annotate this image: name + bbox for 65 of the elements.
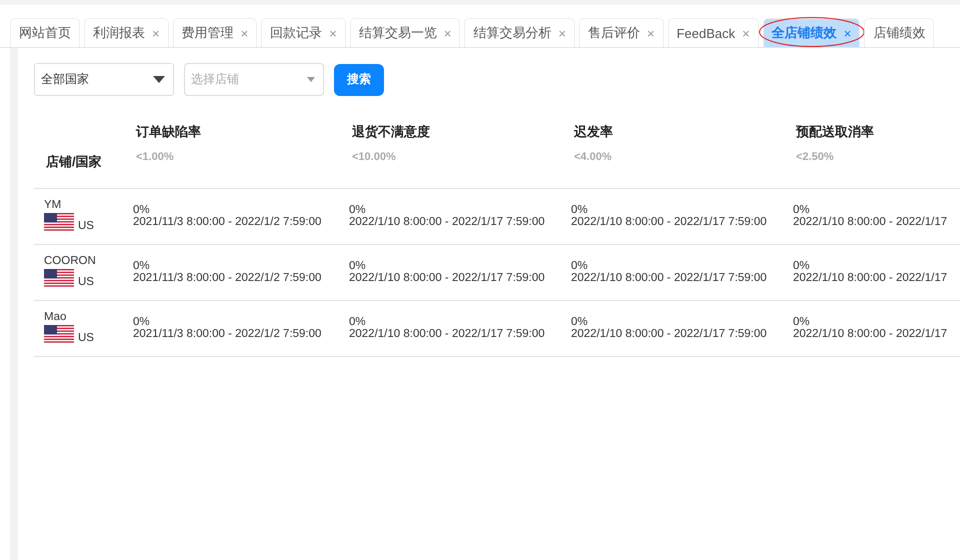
- store-select[interactable]: 选择店铺: [184, 63, 324, 96]
- close-icon[interactable]: ×: [240, 26, 248, 40]
- tab[interactable]: 利润报表 ×: [84, 18, 169, 47]
- close-icon[interactable]: ×: [646, 26, 655, 40]
- close-icon[interactable]: ×: [329, 26, 337, 40]
- metric-value: 0%: [571, 260, 589, 272]
- store-name: Mao: [44, 311, 68, 323]
- metric-value: 0%: [349, 260, 367, 272]
- metric-value: 0%: [793, 260, 811, 272]
- flag-icon: [44, 269, 74, 288]
- tab[interactable]: 回款记录 ×: [261, 18, 346, 47]
- close-icon[interactable]: ×: [152, 26, 160, 40]
- threshold-label: <10.00%: [351, 151, 397, 163]
- caret-icon: [307, 77, 315, 82]
- store-name: COORON: [44, 255, 97, 267]
- metric-value: 0%: [793, 204, 811, 216]
- metric-value: 0%: [571, 204, 589, 216]
- metric-value: 0%: [571, 316, 589, 328]
- date-range: 2021/11/3 8:00:00 - 2022/1/2 7:59:00: [133, 328, 322, 340]
- store-name: YM: [44, 199, 62, 211]
- metric-value: 0%: [349, 204, 367, 216]
- tab[interactable]: 结算交易一览 ×: [350, 18, 460, 47]
- close-icon[interactable]: ×: [444, 26, 452, 40]
- tab[interactable]: 全店铺绩效 ×: [762, 18, 860, 47]
- tab[interactable]: 店铺绩效: [864, 18, 934, 47]
- flag-icon: [44, 213, 74, 232]
- caret-icon: [153, 76, 165, 83]
- metric-value: 0%: [793, 316, 811, 328]
- metric-value: 0%: [133, 316, 151, 328]
- tab[interactable]: FeedBack ×: [668, 18, 759, 47]
- tab[interactable]: 售后评价 ×: [578, 18, 664, 47]
- country-code: US: [78, 276, 94, 288]
- country-select[interactable]: 全部国家: [34, 63, 174, 96]
- column-header: 店铺/国家: [46, 153, 102, 171]
- close-icon[interactable]: ×: [558, 26, 566, 40]
- date-range: 2022/1/10 8:00:00 - 2022/1/17 7:59:00: [349, 328, 546, 340]
- date-range: 2022/1/10 8:00:00 - 2022/1/17 7:59:00: [571, 272, 768, 284]
- column-header: 订单缺陷率: [134, 123, 202, 141]
- date-range: 2022/1/10 8:00:00 - 2022/1/17 7:59:00: [349, 216, 546, 228]
- threshold-label: <2.50%: [795, 151, 835, 163]
- date-range: 2022/1/10 8:00:00 - 2022/1/17 7:59:00: [571, 216, 768, 228]
- metric-value: 0%: [133, 260, 151, 272]
- date-range: 2022/1/10 8:00:00 - 2022/1/17: [793, 328, 948, 340]
- threshold-label: <4.00%: [573, 151, 613, 163]
- metric-value: 0%: [133, 204, 151, 216]
- column-header: 迟发率: [573, 123, 614, 141]
- country-code: US: [78, 332, 94, 344]
- tab[interactable]: 网站首页: [10, 18, 80, 47]
- tab[interactable]: 结算交易分析 ×: [464, 18, 575, 47]
- column-header: 预配送取消率: [794, 123, 875, 141]
- close-icon[interactable]: ×: [742, 26, 750, 40]
- close-icon[interactable]: ×: [844, 26, 852, 40]
- tab[interactable]: 费用管理 ×: [172, 18, 258, 47]
- date-range: 2022/1/10 8:00:00 - 2022/1/17: [793, 216, 948, 228]
- date-range: 2021/11/3 8:00:00 - 2022/1/2 7:59:00: [133, 216, 322, 228]
- metric-value: 0%: [349, 316, 367, 328]
- country-code: US: [78, 220, 94, 232]
- date-range: 2022/1/10 8:00:00 - 2022/1/17 7:59:00: [349, 272, 546, 284]
- search-button[interactable]: 搜索: [334, 64, 384, 96]
- date-range: 2022/1/10 8:00:00 - 2022/1/17 7:59:00: [571, 328, 768, 340]
- date-range: 2022/1/10 8:00:00 - 2022/1/17: [793, 272, 948, 284]
- flag-icon: [44, 325, 74, 344]
- threshold-label: <1.00%: [135, 151, 175, 163]
- column-header: 退货不满意度: [351, 123, 431, 141]
- date-range: 2021/11/3 8:00:00 - 2022/1/2 7:59:00: [133, 272, 322, 284]
